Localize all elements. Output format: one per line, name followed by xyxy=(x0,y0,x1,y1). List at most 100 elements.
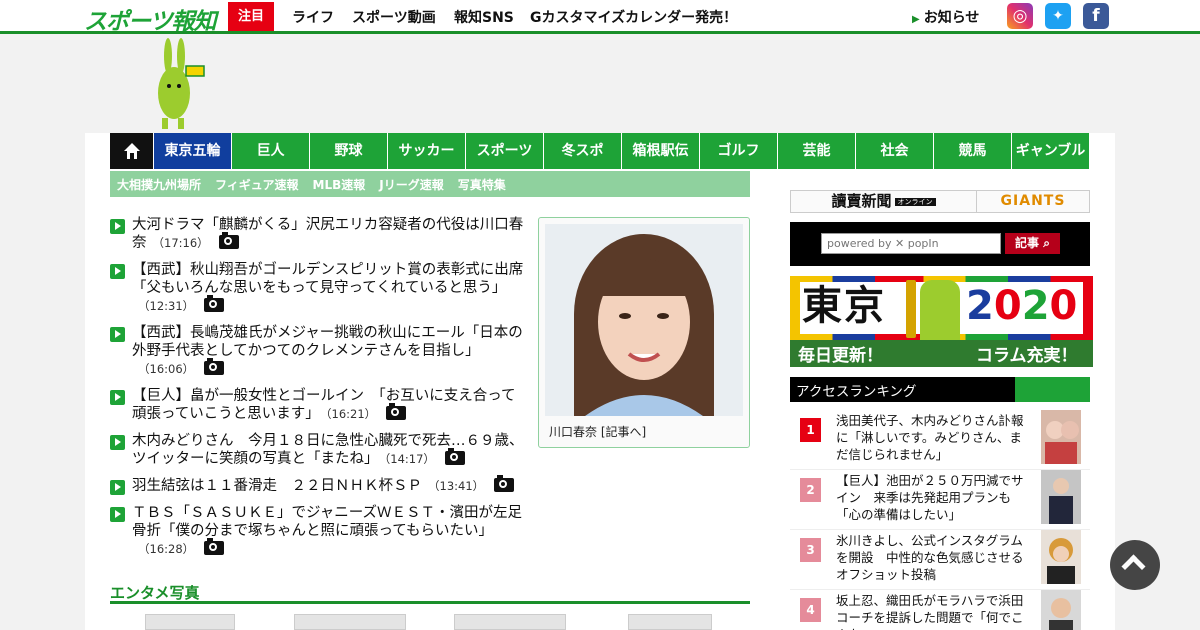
news-item[interactable]: 【西武】秋山翔吾がゴールデンスピリット賞の表彰式に出席「父もいろんな思いをもって… xyxy=(110,261,530,315)
cat-hakone[interactable]: 箱根駅伝 xyxy=(622,133,700,169)
rank-thumbnail xyxy=(1041,590,1081,630)
news-item[interactable]: 羽生結弦は１１番滑走 ２２日ＮＨＫ杯ＳＰ （13:41） xyxy=(110,475,530,495)
camera-icon xyxy=(386,403,407,420)
entame-thumb[interactable] xyxy=(294,614,406,630)
cat-baseball[interactable]: 野球 xyxy=(310,133,388,169)
yomiuri-links: 讀賣新聞 オンライン GIANTS xyxy=(790,190,1090,213)
cat-sports[interactable]: スポーツ xyxy=(466,133,544,169)
online-badge: オンライン xyxy=(894,198,936,206)
cat-horse-racing[interactable]: 競馬 xyxy=(934,133,1012,169)
notice-link[interactable]: ▶ お知らせ xyxy=(912,7,979,27)
search-icon: ⌕ xyxy=(1043,236,1050,250)
news-title: 羽生結弦は１１番滑走 ２２日ＮＨＫ杯ＳＰ xyxy=(132,478,422,494)
cat-golf[interactable]: ゴルフ xyxy=(700,133,778,169)
news-list: 大河ドラマ「麒麟がくる」沢尻エリカ容疑者の代役は川口春奈 （17:16） 【西武】… xyxy=(110,216,530,567)
subcat-figure[interactable]: フィギュア速報 xyxy=(215,176,299,193)
rank-text: 坂上忍、織田氏がモラハラで浜田コーチを提訴した問題で「何でこんな xyxy=(836,593,1024,630)
camera-icon xyxy=(204,538,225,555)
play-bullet-icon xyxy=(110,480,125,495)
top-bar: スポーツ報知 注目 ライフ スポーツ動画 報知SNS Gカスタマイズカレンダー発… xyxy=(0,0,1200,35)
entame-thumb[interactable] xyxy=(628,614,712,630)
rank-number: 3 xyxy=(800,538,821,562)
entame-section-title[interactable]: エンタメ写真 xyxy=(110,582,200,603)
news-item[interactable]: 【西武】長嶋茂雄氏がメジャー挑戦の秋山にエール「日本の外野手代表としてかつてのク… xyxy=(110,324,530,378)
nav-hochi-sns[interactable]: 報知SNS xyxy=(454,7,514,27)
twitter-icon[interactable]: ✦ xyxy=(1045,3,1071,29)
news-time: （14:17） xyxy=(384,452,435,466)
torch-icon xyxy=(906,280,916,338)
banner-year: 2020 xyxy=(966,283,1078,329)
featured-article[interactable]: 川口春奈 [記事へ] xyxy=(538,217,750,448)
banner-daily-update: 毎日更新！ xyxy=(798,346,883,366)
camera-icon xyxy=(494,475,515,492)
ranking-item[interactable]: 2 【巨人】池田が２５０万円減でサイン 来季は先発起用プランも「心の準備はしたい… xyxy=(790,470,1090,530)
home-button[interactable] xyxy=(110,133,154,169)
news-item[interactable]: ＴＢＳ「ＳＡＳＵＫＥ」でジャニーズＷＥＳＴ・濱田が左足骨折「僕の分まで塚ちゃんと… xyxy=(110,504,530,558)
rank-thumbnail xyxy=(1041,410,1081,464)
ranking-item[interactable]: 1 浅田美代子、木内みどりさん訃報に「淋しいです。みどりさん、まだ信じられません… xyxy=(790,410,1090,470)
play-bullet-icon xyxy=(110,264,125,279)
ranking-title: アクセスランキング xyxy=(796,384,917,400)
attention-button[interactable]: 注目 xyxy=(228,2,274,31)
instagram-icon[interactable]: ◎ xyxy=(1007,3,1033,29)
giants-link[interactable]: GIANTS xyxy=(977,191,1089,212)
nav-sports-video[interactable]: スポーツ動画 xyxy=(352,7,436,27)
rank-text: 浅田美代子、木内みどりさん訃報に「淋しいです。みどりさん、まだ信じられません」 xyxy=(836,413,1024,462)
banner-column: コラム充実！ xyxy=(976,346,1078,366)
page-top-button[interactable] xyxy=(1110,540,1160,590)
play-bullet-icon xyxy=(110,507,125,522)
cat-tokyo2020[interactable]: 東京五輪 xyxy=(154,133,232,169)
play-bullet-icon xyxy=(110,390,125,405)
camera-icon xyxy=(204,295,225,312)
featured-caption[interactable]: 川口春奈 [記事へ] xyxy=(549,423,646,440)
play-bullet-icon xyxy=(110,327,125,342)
ranking-header: アクセスランキング xyxy=(790,377,1090,402)
yomiuri-online-link[interactable]: 讀賣新聞 オンライン xyxy=(791,191,977,212)
site-logo[interactable]: スポーツ報知 xyxy=(84,2,217,35)
rank-thumbnail xyxy=(1041,530,1081,584)
camera-icon xyxy=(218,232,239,249)
cat-entertainment[interactable]: 芸能 xyxy=(778,133,856,169)
tokyo2020-banner[interactable]: 東京 2020 毎日更新！ コラム充実！ xyxy=(790,276,1093,367)
rank-number: 4 xyxy=(800,598,821,622)
cat-society[interactable]: 社会 xyxy=(856,133,934,169)
cat-giants[interactable]: 巨人 xyxy=(232,133,310,169)
play-bullet-icon xyxy=(110,219,125,234)
cat-winter[interactable]: 冬スポ xyxy=(544,133,622,169)
news-time: （16:21） xyxy=(325,407,377,421)
camera-icon xyxy=(204,358,225,375)
news-title: 【巨人】畠が一般女性とゴールイン 「お互いに支え合って頑張っていこうと思います」 xyxy=(132,388,516,422)
nav-calendar[interactable]: Gカスタマイズカレンダー発売！ xyxy=(530,7,737,27)
news-time: （17:16） xyxy=(152,236,209,250)
nav-life[interactable]: ライフ xyxy=(292,7,334,27)
news-item[interactable]: 大河ドラマ「麒麟がくる」沢尻エリカ容疑者の代役は川口春奈 （17:16） xyxy=(110,216,530,252)
subcat-sumo[interactable]: 大相撲九州場所 xyxy=(117,176,201,193)
rank-number: 2 xyxy=(800,478,821,502)
subcat-photos[interactable]: 写真特集 xyxy=(458,176,506,193)
cat-soccer[interactable]: サッカー xyxy=(388,133,466,169)
search-button[interactable]: 記事 ⌕ xyxy=(1005,233,1060,254)
ranking-item[interactable]: 4 坂上忍、織田氏がモラハラで浜田コーチを提訴した問題で「何でこんな xyxy=(790,590,1090,630)
entame-thumb[interactable] xyxy=(145,614,235,630)
entame-thumb[interactable] xyxy=(454,614,566,630)
section-divider xyxy=(110,601,750,604)
news-title: ＴＢＳ「ＳＡＳＵＫＥ」でジャニーズＷＥＳＴ・濱田が左足骨折「僕の分まで塚ちゃんと… xyxy=(132,505,523,539)
news-item[interactable]: 【巨人】畠が一般女性とゴールイン 「お互いに支え合って頑張っていこうと思います」… xyxy=(110,387,530,423)
subcat-mlb[interactable]: MLB速報 xyxy=(313,176,366,193)
rank-text: 氷川きよし、公式インスタグラムを開設 中性的な色気感じさせるオフショット投稿 xyxy=(836,533,1024,582)
news-item[interactable]: 木内みどりさん 今月１８日に急性心臓死で死去…６９歳、ツイッターに笑顔の写真と「… xyxy=(110,432,530,468)
facebook-icon[interactable]: f xyxy=(1083,3,1109,29)
subcat-jleague[interactable]: Jリーグ速報 xyxy=(379,176,443,193)
news-time: （12:31） xyxy=(138,299,195,313)
featured-photo[interactable] xyxy=(545,224,743,416)
rank-thumbnail xyxy=(1041,470,1081,524)
search-box: 記事 ⌕ xyxy=(790,222,1090,266)
category-nav: 東京五輪 巨人 野球 サッカー スポーツ 冬スポ 箱根駅伝 ゴルフ 芸能 社会 … xyxy=(110,133,1090,169)
news-time: （16:06） xyxy=(138,362,195,376)
cat-gamble[interactable]: ギャンブル xyxy=(1012,133,1090,169)
camera-icon xyxy=(444,448,465,465)
search-input[interactable] xyxy=(821,233,1001,254)
triangle-right-icon: ▶ xyxy=(912,14,920,25)
ranking-item[interactable]: 3 氷川きよし、公式インスタグラムを開設 中性的な色気感じさせるオフショット投稿 xyxy=(790,530,1090,590)
rank-text: 【巨人】池田が２５０万円減でサイン 来季は先発起用プランも「心の準備はしたい」 xyxy=(836,473,1024,522)
